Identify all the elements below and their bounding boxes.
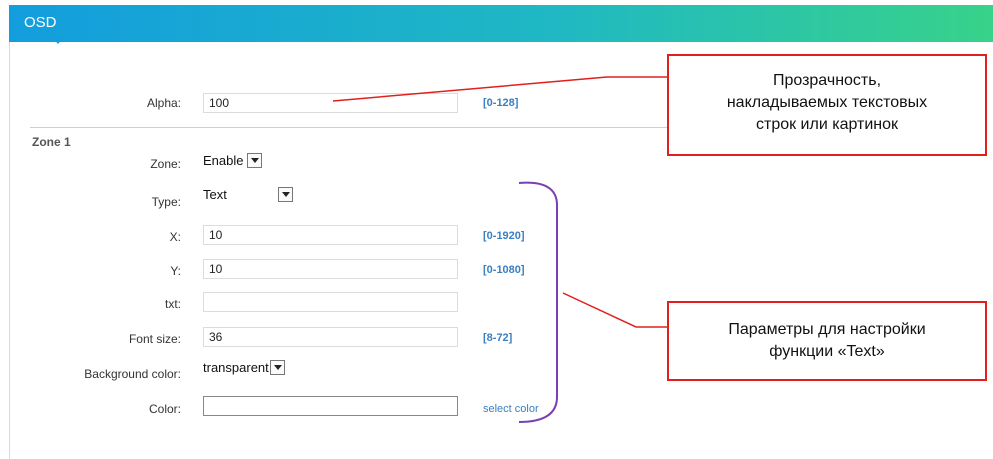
alpha-pointer-line	[332, 76, 668, 102]
text-params-brace	[518, 181, 558, 423]
text-params-callout-line-2: функции «Text»	[769, 343, 885, 360]
alpha-callout: Прозрачность, накладываемых текстовых ст…	[667, 54, 987, 156]
alpha-callout-line-1: Прозрачность,	[772, 72, 882, 89]
text-params-pointer-line	[562, 292, 668, 328]
text-params-callout: Параметры для настройки функции «Text»	[667, 301, 987, 381]
alpha-callout-line-2: накладываемых текстовых	[726, 94, 928, 111]
text-params-callout-line-1: Параметры для настройки	[728, 321, 926, 338]
alpha-callout-line-3: строк или картинок	[755, 116, 899, 133]
